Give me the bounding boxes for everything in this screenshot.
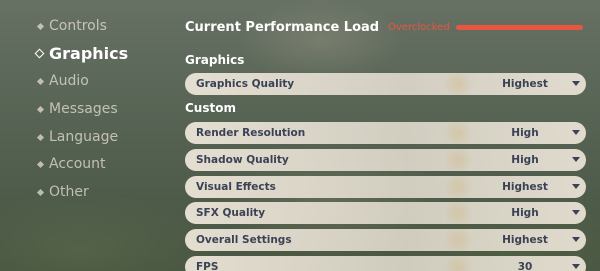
sidebar-item-label: Messages [49,101,118,117]
sidebar-item-label: Account [49,156,106,172]
settings-sidebar: Controls Graphics Audio Messages Languag… [0,0,175,271]
sidebar-item-label: Other [49,184,89,200]
sparkle-decoration [443,202,473,224]
visual-effects-dropdown[interactable]: Visual Effects Highest [185,176,586,198]
diamond-icon [34,48,45,59]
caret-down-icon [572,210,580,215]
performance-load-bar [456,25,583,30]
caret-down-icon [572,81,580,86]
fps-dropdown[interactable]: FPS 30 [185,256,586,271]
sidebar-item-label: Audio [49,73,89,89]
sfx-quality-dropdown[interactable]: SFX Quality High [185,202,586,224]
sparkle-decoration [443,122,473,144]
diamond-icon [36,105,45,113]
sparkle-decoration [443,229,473,251]
performance-load-title: Current Performance Load [185,20,380,35]
setting-value: Highest [502,78,548,90]
diamond-icon [36,77,45,85]
sidebar-item-account[interactable]: Account [36,156,106,172]
caret-down-icon [572,264,580,269]
sparkle-decoration [443,176,473,198]
caret-down-icon [572,157,580,162]
caret-down-icon [572,237,580,242]
setting-label: Graphics Quality [196,78,295,90]
render-resolution-dropdown[interactable]: Render Resolution High [185,122,586,144]
section-title-custom: Custom [185,101,236,115]
sidebar-item-label: Controls [49,18,107,34]
sidebar-item-language[interactable]: Language [36,129,119,145]
setting-value: 30 [517,261,533,271]
section-title-graphics: Graphics [185,53,245,67]
sidebar-item-other[interactable]: Other [36,184,89,200]
diamond-icon [36,160,45,168]
setting-value: High [511,207,539,219]
sidebar-item-controls[interactable]: Controls [36,18,107,34]
setting-value: High [511,127,539,139]
diamond-icon [36,22,45,30]
sparkle-decoration [443,256,473,271]
setting-label: Overall Settings [196,234,292,246]
shadow-quality-dropdown[interactable]: Shadow Quality High [185,149,586,171]
diamond-icon [36,133,45,141]
setting-label: Shadow Quality [196,154,289,166]
sidebar-item-messages[interactable]: Messages [36,101,118,117]
setting-label: SFX Quality [196,207,266,219]
sidebar-item-audio[interactable]: Audio [36,73,89,89]
sidebar-item-label: Language [49,129,119,145]
setting-label: FPS [196,261,219,271]
caret-down-icon [572,130,580,135]
performance-status: Overclocked [388,22,450,33]
setting-label: Visual Effects [196,181,276,193]
sidebar-item-graphics[interactable]: Graphics [34,44,129,63]
setting-label: Render Resolution [196,127,306,139]
diamond-icon [36,188,45,196]
setting-value: Highest [502,181,548,193]
graphics-quality-dropdown[interactable]: Graphics Quality Highest [185,73,586,95]
sparkle-decoration [443,149,473,171]
setting-value: Highest [502,234,548,246]
sidebar-item-label: Graphics [49,44,129,63]
sparkle-decoration [443,73,473,95]
overall-settings-dropdown[interactable]: Overall Settings Highest [185,229,586,251]
caret-down-icon [572,184,580,189]
setting-value: High [511,154,539,166]
